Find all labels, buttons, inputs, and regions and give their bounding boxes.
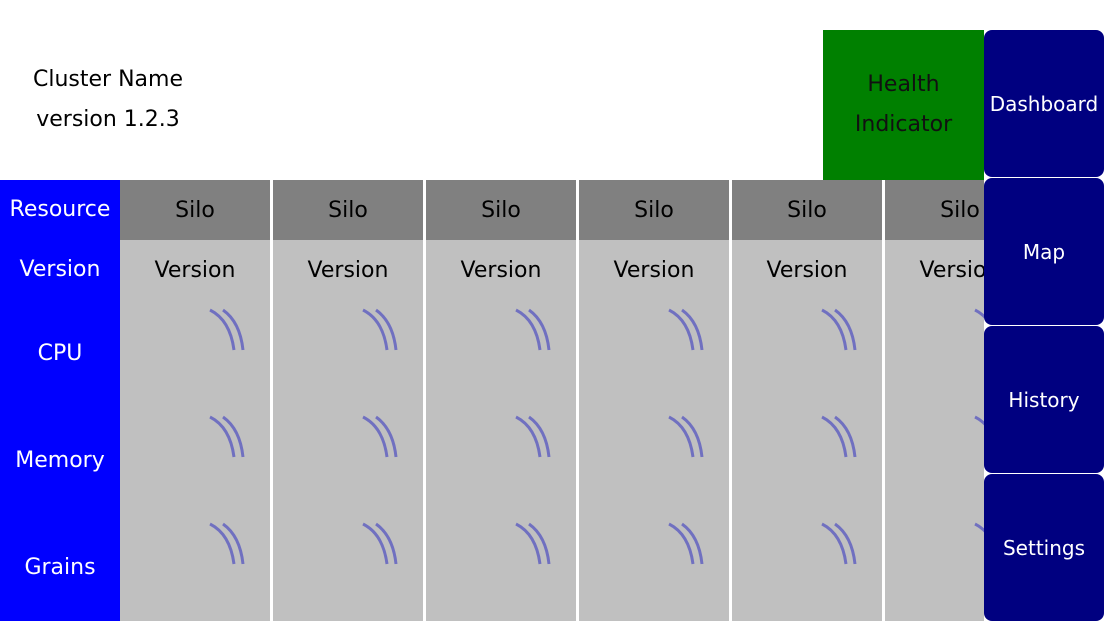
cpu-loading-spinner-icon xyxy=(514,308,564,358)
memory-loading-spinner-icon xyxy=(667,415,717,465)
cpu-loading-spinner-icon xyxy=(820,308,870,358)
memory-loading-spinner-icon xyxy=(514,415,564,465)
silo-grid: Silo Version Silo Version Silo Version S… xyxy=(120,180,984,621)
nav-map-button[interactable]: Map xyxy=(984,178,1104,325)
grains-loading-spinner-icon xyxy=(208,522,258,572)
silo-version: Version xyxy=(307,257,389,283)
cluster-version: version 1.2.3 xyxy=(36,107,180,132)
cluster-name: Cluster Name xyxy=(33,67,183,92)
grains-loading-spinner-icon xyxy=(514,522,564,572)
grains-loading-spinner-icon xyxy=(361,522,411,572)
cpu-loading-spinner-icon xyxy=(667,308,717,358)
silo-name: Silo xyxy=(120,180,270,240)
silo-name: Silo xyxy=(732,180,882,240)
silo-column: Silo Version xyxy=(120,180,270,621)
silo-version: Version xyxy=(613,257,695,283)
health-label-line2: Indicator xyxy=(854,112,953,137)
memory-loading-spinner-icon xyxy=(820,415,870,465)
memory-loading-spinner-icon xyxy=(208,415,258,465)
row-label-memory: Memory xyxy=(15,448,105,473)
row-label-cpu: CPU xyxy=(37,341,83,366)
silo-name: Silo xyxy=(579,180,729,240)
grains-loading-spinner-icon xyxy=(973,522,984,572)
row-label-resource: Resource xyxy=(9,197,111,222)
silo-column: Silo Version xyxy=(732,180,882,621)
silo-name: Silo xyxy=(273,180,423,240)
silo-version: Version xyxy=(766,257,848,283)
cluster-info: Cluster Name version 1.2.3 xyxy=(0,60,216,140)
grains-loading-spinner-icon xyxy=(667,522,717,572)
row-label-grains: Grains xyxy=(24,555,96,580)
silo-column: Silo Version xyxy=(273,180,423,621)
nav-dashboard-button[interactable]: Dashboard xyxy=(984,30,1104,177)
cpu-loading-spinner-icon xyxy=(208,308,258,358)
nav-settings-button[interactable]: Settings xyxy=(984,474,1104,621)
silo-column: Silo Version xyxy=(579,180,729,621)
silo-name: Silo xyxy=(426,180,576,240)
health-indicator: Health Indicator xyxy=(823,30,984,180)
silo-version: Version xyxy=(460,257,542,283)
silo-name: Silo xyxy=(885,180,984,240)
cpu-loading-spinner-icon xyxy=(973,308,984,358)
silo-column: Silo Version xyxy=(885,180,984,621)
row-labels: Resource Version CPU Memory Grains xyxy=(0,180,120,621)
row-label-version: Version xyxy=(19,257,101,282)
health-label-line1: Health xyxy=(867,72,940,97)
memory-loading-spinner-icon xyxy=(361,415,411,465)
memory-loading-spinner-icon xyxy=(973,415,984,465)
silo-version: Version xyxy=(154,257,236,283)
grains-loading-spinner-icon xyxy=(820,522,870,572)
silo-column: Silo Version xyxy=(426,180,576,621)
cpu-loading-spinner-icon xyxy=(361,308,411,358)
silo-version: Version xyxy=(919,257,984,283)
nav-history-button[interactable]: History xyxy=(984,326,1104,473)
